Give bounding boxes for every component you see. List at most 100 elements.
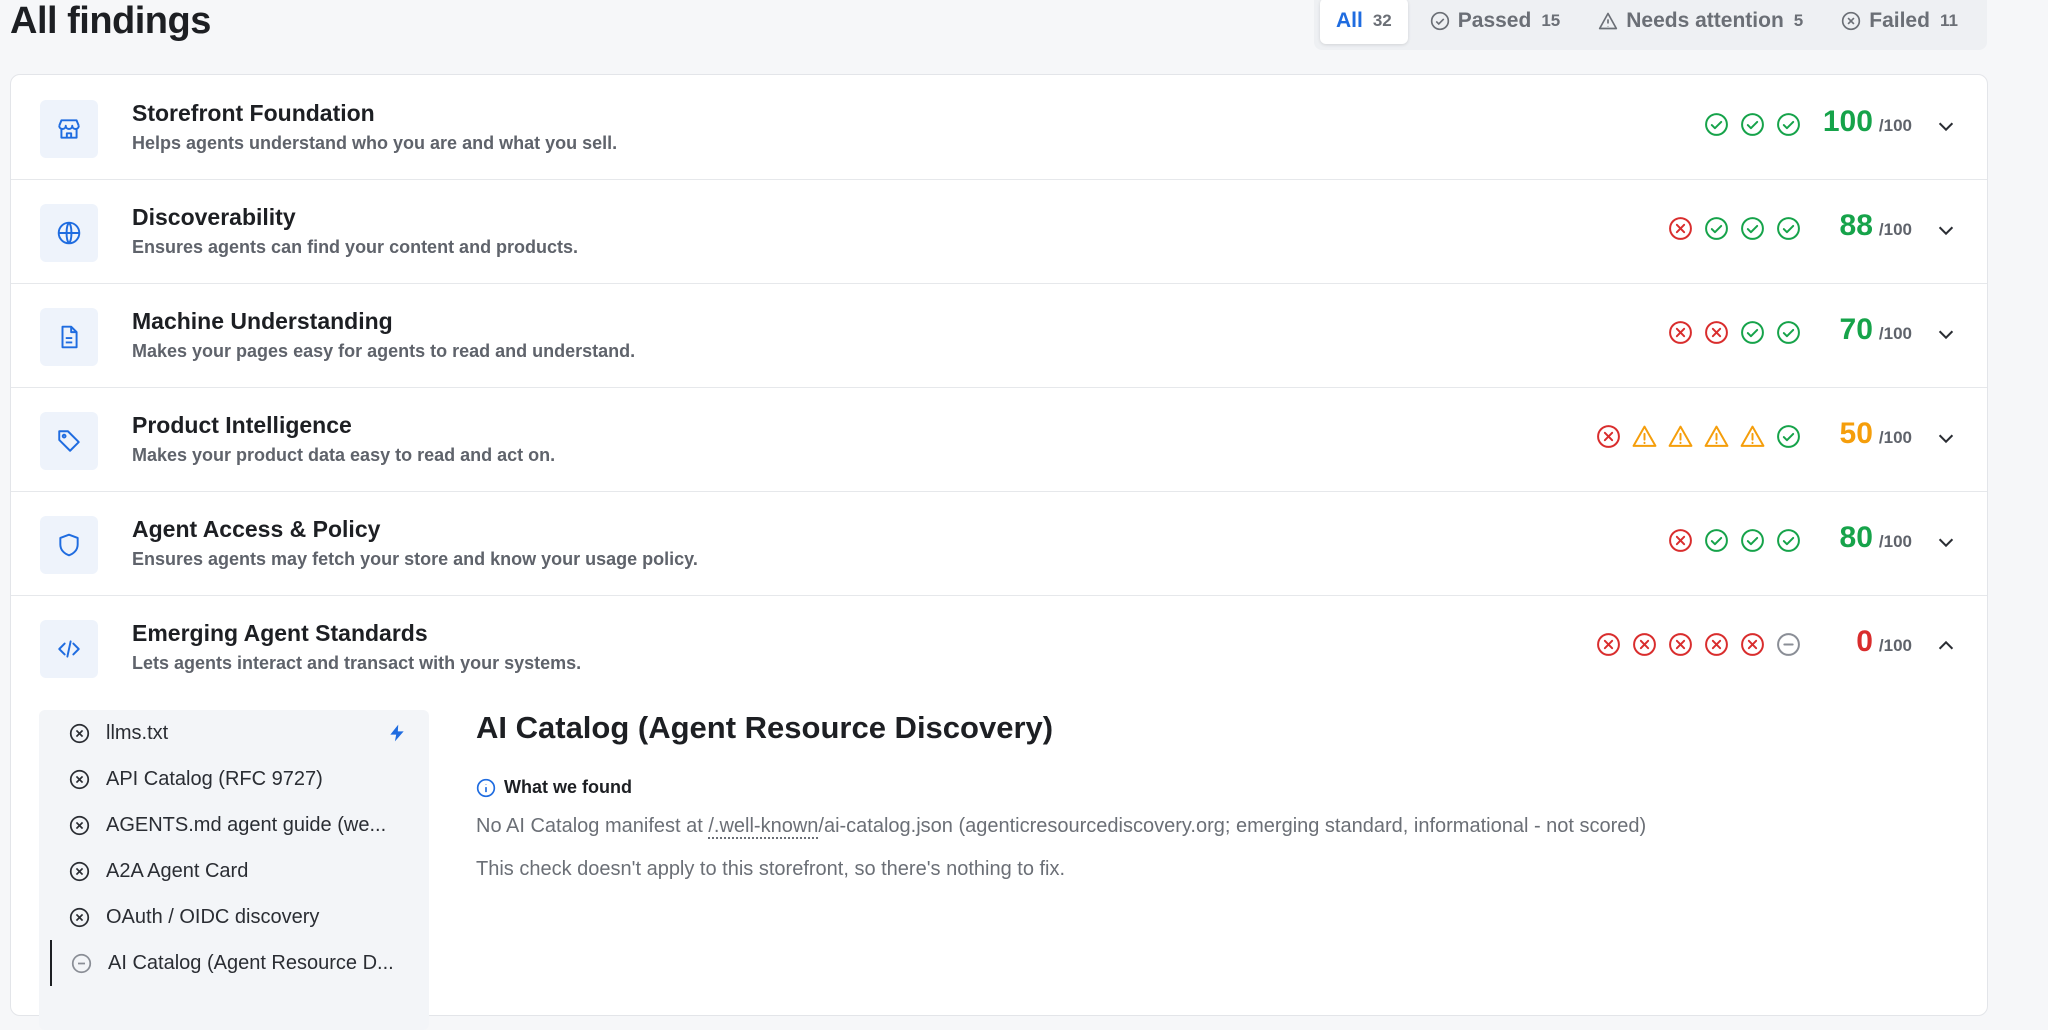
check-label: AGENTS.md agent guide (we... bbox=[106, 814, 387, 836]
chevron-down-icon[interactable] bbox=[1935, 323, 1957, 345]
check-circle-icon bbox=[1705, 113, 1728, 136]
x-circle-icon bbox=[1597, 425, 1620, 448]
warning-icon bbox=[1740, 425, 1765, 447]
check-item-llms-txt[interactable]: llms.txt bbox=[39, 710, 429, 756]
check-circle-icon bbox=[1705, 529, 1728, 552]
check-circle-icon bbox=[1741, 217, 1764, 240]
globe-icon bbox=[40, 204, 98, 262]
tab-all-label: All bbox=[1336, 9, 1363, 32]
category-row-storefront-foundation[interactable]: Storefront Foundation Helps agents under… bbox=[11, 75, 1987, 180]
score-value: 0 bbox=[1856, 625, 1873, 658]
x-circle-icon bbox=[69, 815, 90, 836]
info-icon bbox=[476, 778, 496, 797]
x-circle-icon bbox=[1633, 633, 1656, 656]
storefront-icon bbox=[40, 100, 98, 158]
not-applicable-text: This check doesn't apply to this storefr… bbox=[476, 858, 1066, 880]
score-denominator: /100 bbox=[1878, 636, 1912, 655]
x-circle-icon bbox=[1669, 217, 1692, 240]
score-denominator: /100 bbox=[1878, 532, 1912, 551]
category-title: Product Intelligence bbox=[132, 412, 352, 438]
tab-all[interactable]: All 32 bbox=[1320, 0, 1408, 44]
lightning-bolt-icon bbox=[390, 724, 404, 742]
check-item-oauth-oidc[interactable]: OAuth / OIDC discovery bbox=[39, 894, 429, 940]
x-circle-icon bbox=[1669, 633, 1692, 656]
check-label: A2A Agent Card bbox=[106, 860, 249, 882]
score-value: 70 bbox=[1839, 313, 1873, 346]
finding-suffix: /ai-catalog.json (agenticresourcediscove… bbox=[818, 815, 1647, 837]
warning-icon bbox=[1599, 12, 1618, 30]
chevron-down-icon[interactable] bbox=[1935, 427, 1957, 449]
category-score: 80 /100 bbox=[1840, 521, 1912, 555]
category-title: Machine Understanding bbox=[132, 308, 393, 334]
check-list: llms.txt API Catalog (RFC 9727) AGENTS.m… bbox=[39, 710, 429, 1030]
category-description: Lets agents interact and transact with y… bbox=[132, 653, 582, 673]
shield-icon bbox=[40, 516, 98, 574]
finding-text: No AI Catalog manifest at /.well-known/a… bbox=[476, 815, 1646, 838]
check-label: API Catalog (RFC 9727) bbox=[106, 768, 323, 790]
category-description: Ensures agents may fetch your store and … bbox=[132, 549, 698, 569]
tab-needs-attention[interactable]: Needs attention 5 bbox=[1582, 0, 1819, 44]
category-row-emerging-agent-standards[interactable]: Emerging Agent Standards Lets agents int… bbox=[11, 595, 1987, 699]
x-circle-icon bbox=[1669, 321, 1692, 344]
category-score: 100 /100 bbox=[1823, 105, 1912, 139]
what-we-found-label: What we found bbox=[504, 777, 632, 797]
category-description: Makes your pages easy for agents to read… bbox=[132, 341, 636, 361]
check-item-a2a-agent-card[interactable]: A2A Agent Card bbox=[39, 848, 429, 894]
category-title: Agent Access & Policy bbox=[132, 516, 381, 542]
x-circle-icon bbox=[1741, 633, 1764, 656]
category-title: Discoverability bbox=[132, 204, 296, 230]
score-denominator: /100 bbox=[1878, 116, 1912, 135]
what-we-found-heading: What we found bbox=[476, 777, 632, 798]
status-icons bbox=[1657, 216, 1801, 241]
category-row-agent-access-policy[interactable]: Agent Access & Policy Ensures agents may… bbox=[11, 491, 1987, 596]
chevron-down-icon[interactable] bbox=[1935, 115, 1957, 137]
category-description: Makes your product data easy to read and… bbox=[132, 445, 556, 465]
tab-needs-attention-count: 5 bbox=[1793, 11, 1804, 30]
check-label: llms.txt bbox=[106, 722, 169, 744]
tab-all-count: 32 bbox=[1372, 11, 1392, 30]
category-score: 50 /100 bbox=[1840, 417, 1912, 451]
chevron-down-icon[interactable] bbox=[1935, 219, 1957, 241]
tab-needs-attention-label: Needs attention bbox=[1626, 9, 1784, 32]
check-item-api-catalog[interactable]: API Catalog (RFC 9727) bbox=[39, 756, 429, 802]
document-icon bbox=[40, 308, 98, 366]
check-label: AI Catalog (Agent Resource D... bbox=[108, 952, 394, 974]
status-icons bbox=[1585, 424, 1801, 449]
x-circle-icon bbox=[1597, 633, 1620, 656]
category-score: 0 /100 bbox=[1856, 625, 1912, 659]
category-row-product-intelligence[interactable]: Product Intelligence Makes your product … bbox=[11, 387, 1987, 492]
detail-title: AI Catalog (Agent Resource Discovery) bbox=[476, 710, 1054, 745]
check-circle-icon bbox=[1741, 321, 1764, 344]
chevron-down-icon[interactable] bbox=[1935, 531, 1957, 553]
category-row-discoverability[interactable]: Discoverability Ensures agents can find … bbox=[11, 179, 1987, 284]
check-circle-icon bbox=[1777, 529, 1800, 552]
category-description: Helps agents understand who you are and … bbox=[132, 133, 618, 153]
tab-passed-label: Passed bbox=[1457, 9, 1532, 32]
score-denominator: /100 bbox=[1878, 220, 1912, 239]
tab-passed[interactable]: Passed 15 bbox=[1414, 0, 1576, 44]
x-circle-icon bbox=[69, 861, 90, 882]
score-value: 80 bbox=[1839, 521, 1873, 554]
check-item-agents-md[interactable]: AGENTS.md agent guide (we... bbox=[39, 802, 429, 848]
minus-circle-icon bbox=[1777, 633, 1800, 656]
category-score: 88 /100 bbox=[1840, 209, 1912, 243]
minus-circle-icon bbox=[71, 953, 92, 974]
score-value: 100 bbox=[1822, 105, 1873, 138]
tab-passed-count: 15 bbox=[1541, 11, 1561, 30]
tab-failed-label: Failed bbox=[1869, 9, 1930, 32]
score-denominator: /100 bbox=[1878, 428, 1912, 447]
category-row-machine-understanding[interactable]: Machine Understanding Makes your pages e… bbox=[11, 283, 1987, 388]
code-icon bbox=[40, 620, 98, 678]
status-icons bbox=[1657, 320, 1801, 345]
chevron-up-icon[interactable] bbox=[1935, 635, 1957, 657]
well-known-link[interactable]: /.well-known bbox=[708, 815, 818, 837]
score-value: 50 bbox=[1839, 417, 1873, 450]
check-circle-icon bbox=[1777, 217, 1800, 240]
check-item-ai-catalog[interactable]: AI Catalog (Agent Resource D... bbox=[50, 940, 431, 986]
tab-failed[interactable]: Failed 11 bbox=[1825, 0, 1974, 44]
finding-prefix: No AI Catalog manifest at bbox=[476, 815, 709, 837]
score-denominator: /100 bbox=[1878, 324, 1912, 343]
x-circle-icon bbox=[1705, 321, 1728, 344]
category-title: Emerging Agent Standards bbox=[132, 620, 428, 646]
category-title: Storefront Foundation bbox=[132, 100, 375, 126]
